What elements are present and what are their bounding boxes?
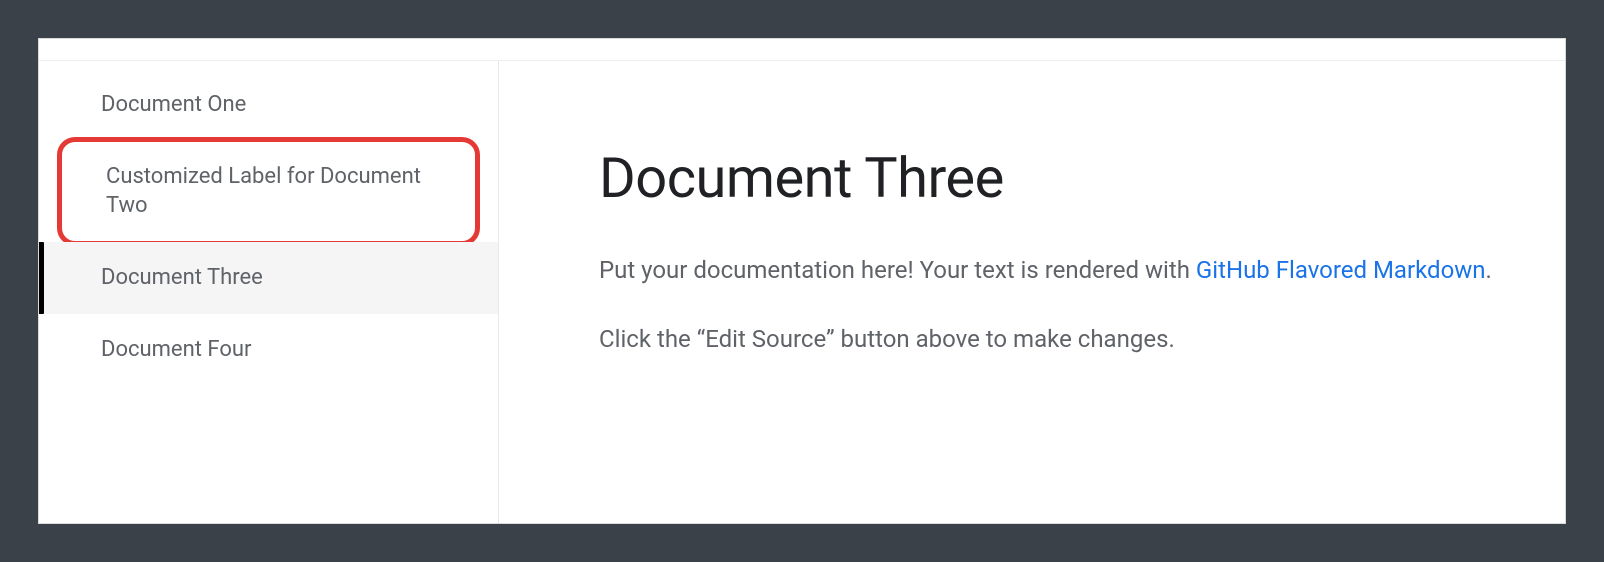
- main-content: Document Three Put your documentation he…: [499, 61, 1565, 523]
- sidebar-item-document-two-highlighted[interactable]: Customized Label for Document Two: [57, 137, 480, 246]
- sidebar-item-label: Document Four: [101, 337, 251, 362]
- sidebar-item-document-three[interactable]: Document Three: [39, 242, 498, 314]
- intro-text-pre: Put your documentation here! Your text i…: [599, 256, 1196, 284]
- top-bar: [39, 39, 1565, 61]
- sidebar-item-label: Document One: [101, 92, 246, 117]
- sidebar-item-document-four[interactable]: Document Four: [39, 314, 498, 386]
- markdown-link[interactable]: GitHub Flavored Markdown: [1196, 256, 1486, 284]
- intro-text-post: .: [1486, 256, 1492, 284]
- intro-paragraph: Put your documentation here! Your text i…: [599, 253, 1495, 288]
- sidebar-item-label: Customized Label for Document Two: [106, 164, 421, 219]
- edit-instruction: Click the “Edit Source” button above to …: [599, 322, 1495, 357]
- sidebar-item-label: Document Three: [101, 265, 263, 290]
- sidebar-item-document-one[interactable]: Document One: [39, 69, 498, 141]
- sidebar: Document One Customized Label for Docume…: [39, 61, 499, 523]
- app-body: Document One Customized Label for Docume…: [39, 61, 1565, 523]
- page-title: Document Three: [599, 145, 1495, 211]
- app-window: Document One Customized Label for Docume…: [38, 38, 1566, 524]
